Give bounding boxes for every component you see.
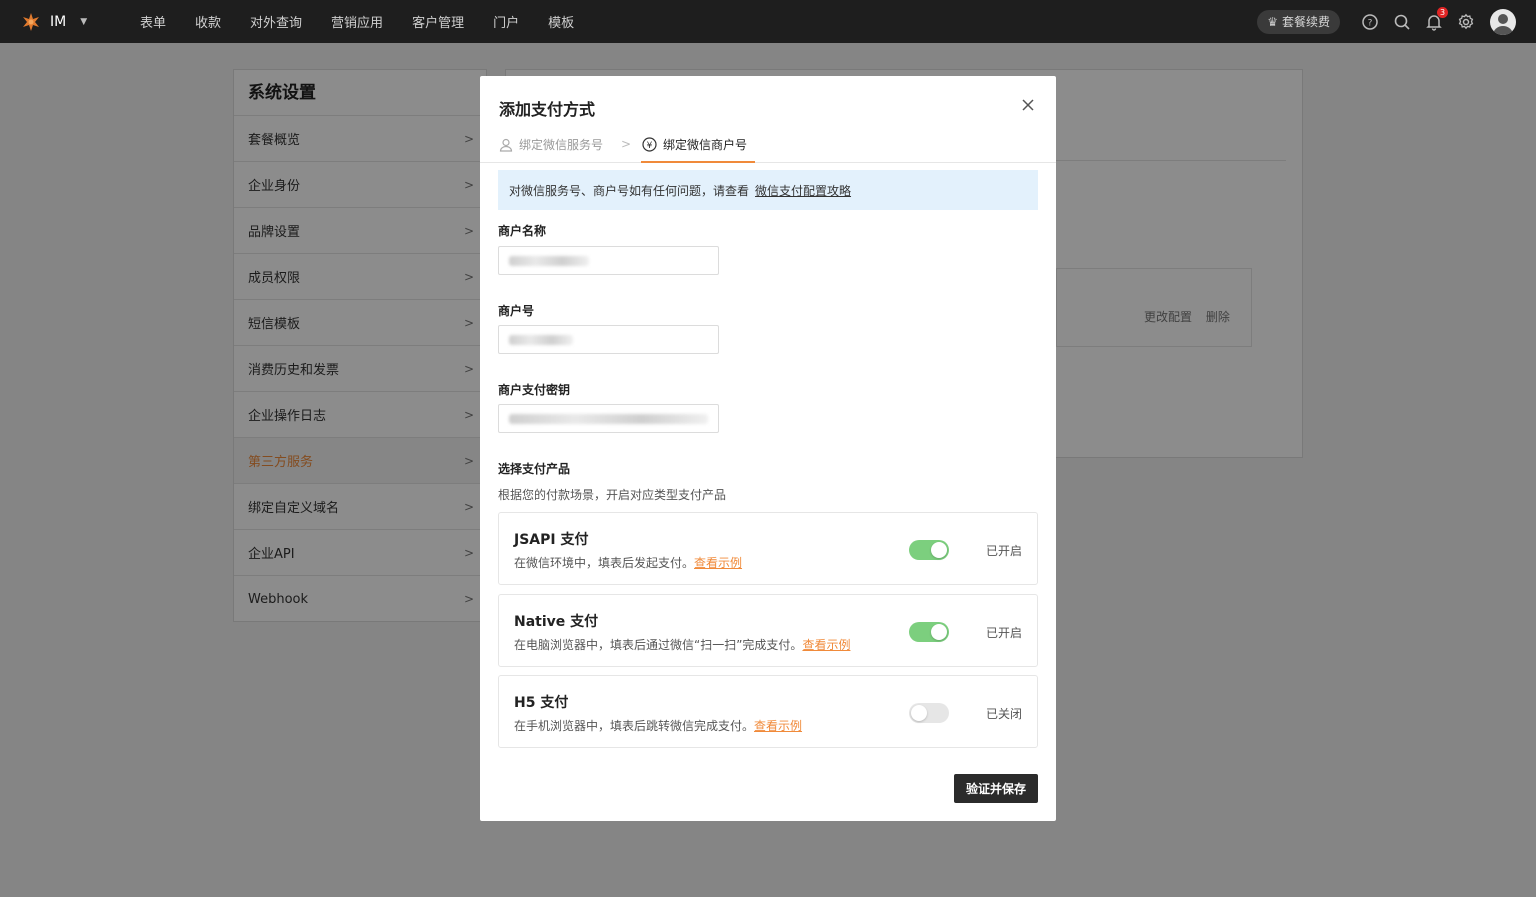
redacted-value: [509, 334, 573, 345]
view-example-link[interactable]: 查看示例: [754, 719, 802, 733]
view-example-link[interactable]: 查看示例: [694, 556, 742, 570]
merchant-id-label: 商户号: [498, 304, 535, 318]
dialog-title: 添加支付方式: [499, 100, 596, 119]
merchant-key-input[interactable]: [498, 404, 719, 433]
redacted-value: [509, 255, 589, 266]
step-bind-service-account[interactable]: 绑定微信服务号: [499, 136, 603, 153]
h5-toggle[interactable]: [909, 703, 949, 723]
config-guide-link[interactable]: 微信支付配置攻略: [755, 182, 851, 199]
notification-badge: 3: [1437, 6, 1448, 18]
redacted-value: [509, 413, 708, 424]
nav-item-public-query[interactable]: 对外查询: [250, 12, 302, 31]
chevron-down-icon: ▼: [80, 16, 88, 27]
main-nav: 表单 收款 对外查询 营销应用 客户管理 门户 模板: [140, 12, 603, 31]
renew-label: 套餐续费: [1281, 15, 1330, 29]
notice-text: 对微信服务号、商户号如有任何问题，请查看: [509, 183, 750, 198]
yuan-icon: ¥: [642, 137, 657, 152]
help-icon[interactable]: ?: [1361, 13, 1379, 31]
toggle-knob: [931, 624, 947, 640]
jsapi-toggle[interactable]: [909, 540, 949, 560]
toggle-state-label: 已开启: [985, 626, 1022, 640]
nav-item-marketing[interactable]: 营销应用: [331, 12, 383, 31]
top-right-tools: ♛ 套餐续费 ? 3: [1257, 0, 1516, 43]
step-tabs: 绑定微信服务号 > ¥ 绑定微信商户号: [480, 128, 1056, 163]
nav-item-form[interactable]: 表单: [140, 12, 166, 31]
step-bind-merchant-account[interactable]: ¥ 绑定微信商户号: [642, 136, 747, 153]
crown-icon: ♛: [1267, 14, 1278, 29]
toggle-state-label: 已开启: [985, 544, 1022, 558]
nav-item-portal[interactable]: 门户: [493, 12, 519, 31]
nav-item-customers[interactable]: 客户管理: [412, 12, 464, 31]
verify-and-save-button[interactable]: 验证并保存: [953, 774, 1038, 803]
product-name: H5 支付: [514, 695, 569, 711]
nav-item-templates[interactable]: 模板: [548, 12, 574, 31]
merchant-name-label: 商户名称: [498, 224, 547, 238]
app-switcher[interactable]: IM ▼: [20, 11, 140, 33]
step-label: 绑定微信服务号: [519, 138, 604, 152]
user-icon: [499, 138, 513, 152]
add-payment-method-dialog: 添加支付方式 绑定微信服务号 > ¥ 绑定微信商户号 对微信服务号、商户号如有任…: [480, 76, 1056, 821]
app-name: IM: [50, 13, 67, 30]
chevron-right-icon: >: [621, 137, 632, 151]
product-card-jsapi: JSAPI 支付 在微信环境中，填表后发起支付。查看示例 已开启: [498, 512, 1038, 585]
product-card-h5: H5 支付 在手机浏览器中，填表后跳转微信完成支付。查看示例 已关闭: [498, 675, 1038, 748]
products-subtitle: 根据您的付款场景，开启对应类型支付产品: [498, 488, 727, 502]
product-card-native: Native 支付 在电脑浏览器中，填表后通过微信“扫一扫”完成支付。查看示例 …: [498, 594, 1038, 667]
product-description: 在电脑浏览器中，填表后通过微信“扫一扫”完成支付。查看示例: [514, 638, 851, 652]
view-example-link[interactable]: 查看示例: [802, 638, 850, 652]
product-name: Native 支付: [514, 614, 599, 630]
help-notice: 对微信服务号、商户号如有任何问题，请查看 微信支付配置攻略: [498, 170, 1038, 210]
merchant-name-input[interactable]: [498, 246, 719, 275]
renew-plan-button[interactable]: ♛ 套餐续费: [1257, 9, 1340, 34]
user-avatar[interactable]: [1490, 8, 1516, 35]
product-name: JSAPI 支付: [514, 532, 589, 548]
native-toggle[interactable]: [909, 622, 949, 642]
products-title: 选择支付产品: [498, 462, 571, 476]
search-icon[interactable]: [1393, 13, 1411, 31]
bell-icon[interactable]: 3: [1425, 6, 1448, 31]
toggle-knob: [931, 542, 947, 558]
product-description: 在手机浏览器中，填表后跳转微信完成支付。查看示例: [514, 719, 803, 733]
nav-item-payment[interactable]: 收款: [195, 12, 221, 31]
merchant-key-label: 商户支付密钥: [498, 383, 571, 397]
logo-icon: [20, 11, 42, 33]
product-description: 在微信环境中，填表后发起支付。查看示例: [514, 556, 743, 570]
merchant-id-input[interactable]: [498, 325, 719, 354]
step-label: 绑定微信商户号: [663, 138, 748, 152]
gear-icon[interactable]: [1457, 13, 1475, 31]
close-icon[interactable]: [1020, 97, 1036, 113]
active-step-indicator: [641, 161, 755, 163]
toggle-state-label: 已关闭: [985, 707, 1022, 721]
top-navigation-bar: IM ▼ 表单 收款 对外查询 营销应用 客户管理 门户 模板 ♛ 套餐续费 ?…: [0, 0, 1536, 43]
svg-text:¥: ¥: [647, 141, 653, 151]
toggle-knob: [911, 705, 927, 721]
svg-text:?: ?: [1368, 18, 1373, 28]
